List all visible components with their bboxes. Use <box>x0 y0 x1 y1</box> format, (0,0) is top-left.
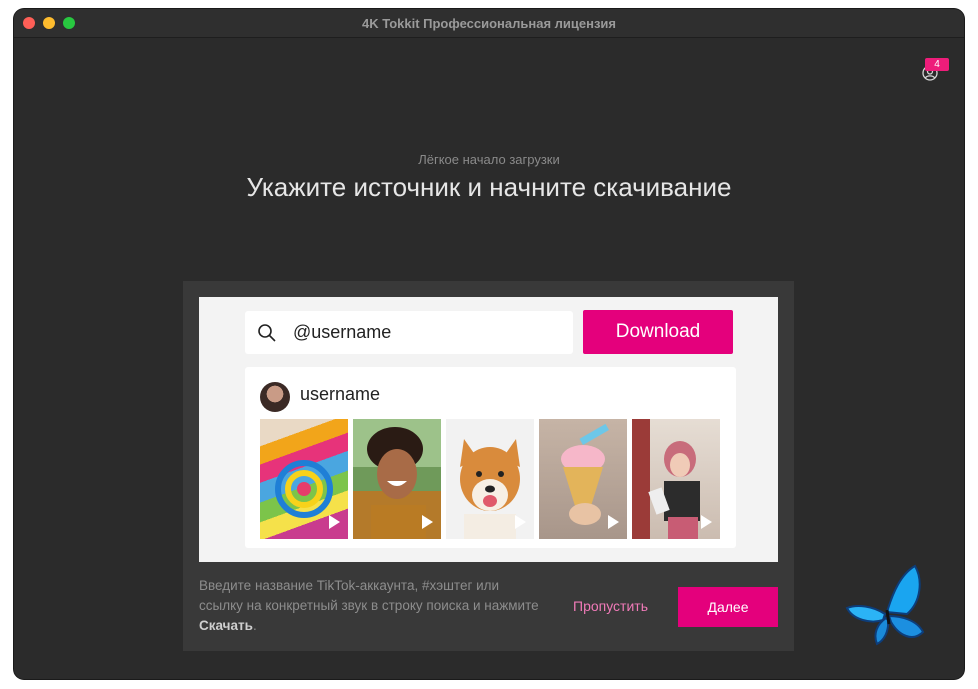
notification-badge[interactable]: 4 <box>925 58 949 71</box>
next-button[interactable]: Далее <box>678 587 778 627</box>
search-icon <box>258 324 276 342</box>
title-bar: 4K Tokkit Профессиональная лицензия <box>14 9 964 38</box>
dancing-girl-thumbnail <box>632 419 720 539</box>
skip-button[interactable]: Пропустить <box>573 598 648 614</box>
avatar <box>260 382 290 412</box>
smiling-person-thumbnail <box>353 419 441 539</box>
rainbow-art-thumbnail <box>260 419 348 539</box>
ice-cream-thumbnail <box>539 419 627 539</box>
download-button: Download <box>583 310 733 354</box>
butterfly-icon <box>845 564 925 646</box>
search-input: @username <box>245 311 573 354</box>
play-icon <box>701 515 712 529</box>
onboarding-card: @username Download username Введите назв… <box>183 281 794 651</box>
search-value: @username <box>293 322 392 342</box>
app-window: 4K Tokkit Профессиональная лицензия 4 Лё… <box>14 9 964 679</box>
play-icon <box>422 515 433 529</box>
result-username: username <box>300 384 381 404</box>
hint-bold: Скачать <box>199 618 253 633</box>
window-title: 4K Tokkit Профессиональная лицензия <box>361 16 616 31</box>
play-icon <box>329 515 340 529</box>
hero-title: Укажите источник и начните скачивание <box>246 172 732 202</box>
preview-illustration: @username Download username <box>199 297 778 562</box>
shiba-dog-thumbnail <box>446 419 534 539</box>
result-panel: username <box>245 367 736 548</box>
hint-text: Введите название TikTok-аккаунта, #хэште… <box>199 578 539 633</box>
play-icon <box>515 515 526 529</box>
hero-subtitle: Лёгкое начало загрузки <box>418 152 560 167</box>
play-icon <box>608 515 619 529</box>
